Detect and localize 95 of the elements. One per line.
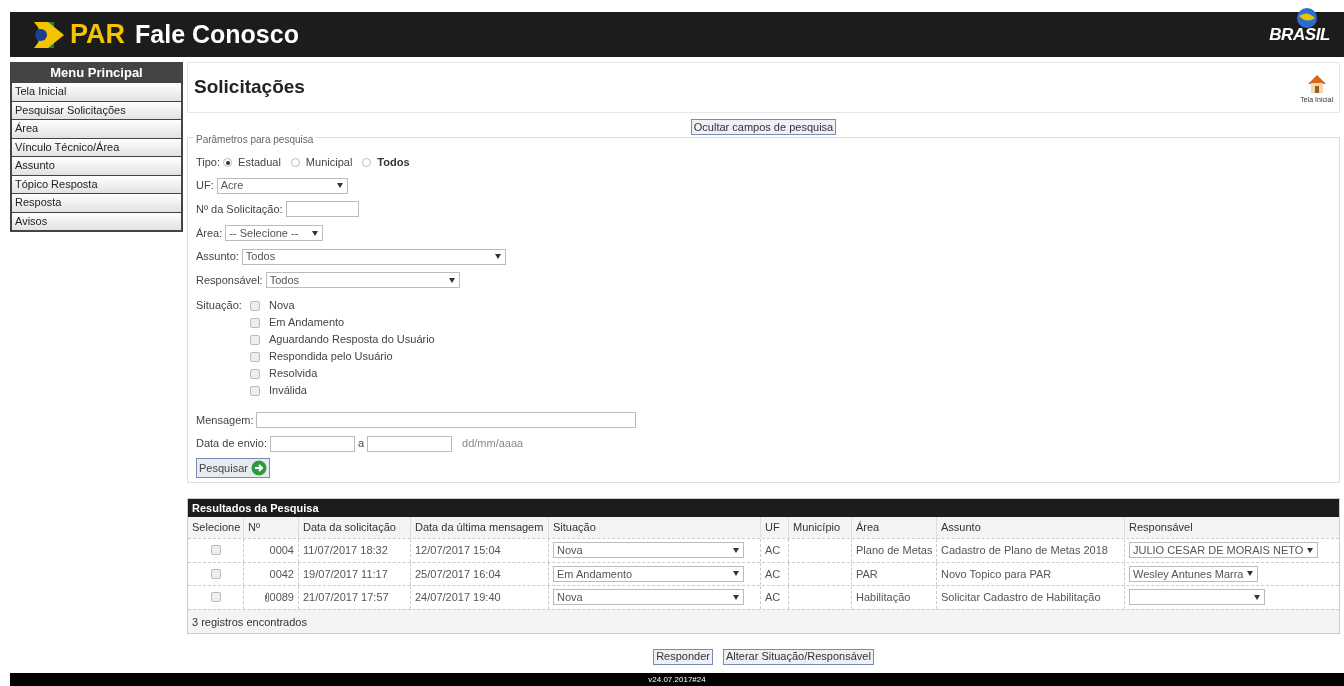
paperclip-icon xyxy=(263,592,270,603)
field-label: Data de envio: xyxy=(196,436,267,452)
checkbox[interactable] xyxy=(250,351,260,362)
menu-title: Menu Principal xyxy=(49,64,144,82)
checkbox[interactable] xyxy=(250,385,260,396)
menu-item[interactable]: Assunto xyxy=(12,157,181,175)
radio-label: Municipal xyxy=(305,155,353,171)
checkbox-label: Nova xyxy=(269,298,295,314)
checkbox-label: Em Andamento xyxy=(269,315,345,331)
input-field[interactable] xyxy=(285,201,359,217)
row-checkbox[interactable] xyxy=(210,568,221,579)
checkbox[interactable] xyxy=(250,300,260,311)
caret-icon xyxy=(1247,571,1254,577)
caret-icon xyxy=(1254,594,1260,600)
table-cell-text: AC xyxy=(765,590,781,605)
brand-logo: BRASIL xyxy=(1269,24,1330,44)
menu-item[interactable]: Vínculo Técnico/Área xyxy=(12,138,181,156)
select-field[interactable]: Nova xyxy=(553,589,744,606)
table-cell-text: Habilitação xyxy=(856,590,911,605)
table-cell-text: Novo Topico para PAR xyxy=(941,566,1052,582)
caret-icon xyxy=(1307,547,1314,553)
checkbox-label: Respondida pelo Usuário xyxy=(269,349,393,365)
action-button[interactable]: Alterar Situação/Responsável xyxy=(722,648,874,665)
results-title: Resultados da Pesquisa xyxy=(188,499,1339,517)
table-cell-text: 24/07/2017 19:40 xyxy=(415,590,501,605)
field-label: Responsável: xyxy=(196,272,263,288)
date-format-hint: dd/mm/aaaa xyxy=(462,436,524,452)
globe-icon xyxy=(1295,5,1320,30)
select-field[interactable]: JULIO CESAR DE MORAIS NETO xyxy=(1129,542,1319,559)
field-label: Área: xyxy=(196,225,223,241)
select-field[interactable]: Nova xyxy=(553,542,744,559)
select-field[interactable]: Acre xyxy=(216,177,348,194)
select-field[interactable]: Todos xyxy=(265,272,460,288)
caret-icon xyxy=(494,254,501,259)
table-cell-text: Plano de Metas xyxy=(856,543,933,558)
select-field[interactable]: Todos xyxy=(241,248,506,265)
menu-item[interactable]: Área xyxy=(12,120,181,138)
table-cell-text: AC xyxy=(765,543,781,558)
table-cell-text: 11/07/2017 18:32 xyxy=(303,543,388,558)
menu-item[interactable]: Pesquisar Solicitações xyxy=(12,101,181,119)
checkbox[interactable] xyxy=(250,368,260,379)
menu-item[interactable]: Avisos xyxy=(12,212,181,230)
checkbox[interactable] xyxy=(250,317,260,328)
table-cell-text: Cadastro de Plano de Metas 2018 xyxy=(941,543,1108,558)
row-checkbox[interactable] xyxy=(210,592,221,603)
radio-label: Estadual xyxy=(238,155,281,171)
version-text: v24.07.2017#24 xyxy=(648,673,706,686)
search-button[interactable]: Pesquisar xyxy=(196,458,270,478)
field-label: Mensagem: xyxy=(196,412,254,428)
checkbox-label: Inválida xyxy=(269,383,307,399)
checkbox[interactable] xyxy=(250,334,260,345)
caret-icon xyxy=(448,277,455,283)
table-cell-text: 19/07/2017 11:17 xyxy=(303,566,388,582)
menu-item[interactable]: Tela Inicial xyxy=(12,83,181,101)
caret-icon xyxy=(312,230,319,236)
field-label: Nº da Solicitação: xyxy=(196,201,283,217)
results-count: 3 registros encontrados xyxy=(188,608,1339,633)
table-cell-text: 12/07/2017 15:04 xyxy=(415,543,501,558)
checkbox-label: Resolvida xyxy=(269,366,318,382)
select-field[interactable]: Wesley Antunes Marra xyxy=(1129,565,1259,582)
page-title: Solicitações xyxy=(194,75,305,100)
logo-text: PAR xyxy=(70,21,125,48)
select-field[interactable] xyxy=(1129,589,1265,606)
app-title: Fale Conosco xyxy=(135,22,299,47)
caret-icon xyxy=(733,547,739,553)
row-checkbox[interactable] xyxy=(210,545,221,556)
table-cell-text: 25/07/2017 16:04 xyxy=(415,566,501,582)
input-field[interactable] xyxy=(256,412,637,428)
action-button[interactable]: Responder xyxy=(653,648,713,665)
radio-label: Todos xyxy=(377,155,410,171)
field-label: a xyxy=(357,436,365,452)
table-cell-text: 0004 xyxy=(269,543,294,558)
menu-item[interactable]: Resposta xyxy=(12,194,181,212)
input-field[interactable] xyxy=(269,435,355,452)
field-label: Assunto: xyxy=(196,249,239,265)
table-cell-text: 21/07/2017 17:57 xyxy=(303,590,389,605)
select-field[interactable]: -- Selecione -- xyxy=(225,225,324,241)
checkbox-label: Aguardando Resposta do Usuário xyxy=(269,332,435,348)
caret-icon xyxy=(733,594,739,600)
table-cell-text: PAR xyxy=(856,566,878,582)
menu-item[interactable]: Tópico Resposta xyxy=(12,175,181,193)
field-label: UF: xyxy=(196,178,214,194)
table-cell-text: 0089 xyxy=(269,590,294,605)
table-cell-text: AC xyxy=(765,566,781,582)
panel-legend: Parâmetros para pesquisa xyxy=(194,132,316,147)
table-cell-text: Solicitar Cadastro de Habilitação xyxy=(941,590,1101,605)
field-label: Situação: xyxy=(196,298,243,313)
caret-icon xyxy=(733,571,739,577)
caret-icon xyxy=(336,183,343,188)
select-field[interactable]: Em Andamento xyxy=(553,565,744,582)
hide-fields-button[interactable]: Ocultar campos de pesquisa xyxy=(690,119,837,135)
column-header: Selecione xyxy=(191,520,242,536)
input-field[interactable] xyxy=(367,435,453,452)
table-cell-text: 0042 xyxy=(269,566,294,582)
field-label: Tipo: xyxy=(196,155,221,171)
